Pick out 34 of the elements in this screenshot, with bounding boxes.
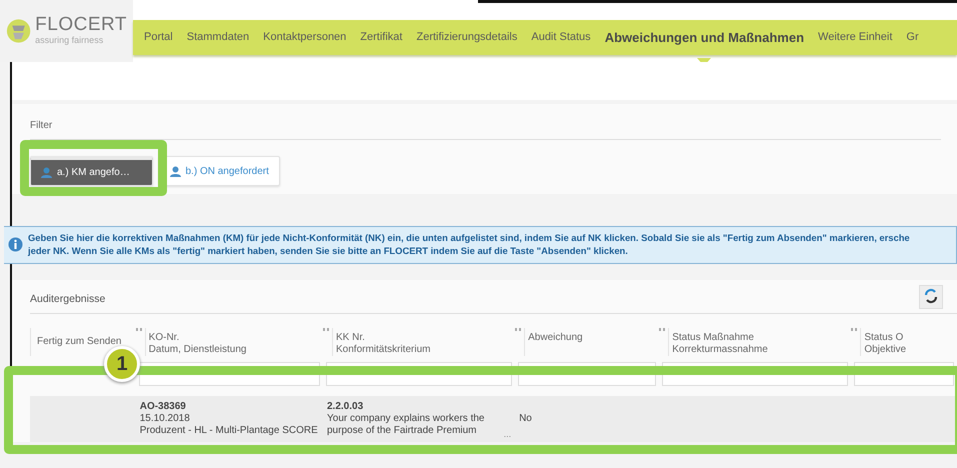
- info-icon: [8, 237, 23, 252]
- sort-icon[interactable]: [659, 328, 666, 333]
- sort-icon[interactable]: [136, 328, 142, 333]
- table-cell: AO-38369 15.10.2018 Produzent - HL - Multi-Plantage SCORE: [140, 401, 318, 437]
- nav-tab[interactable]: Kontaktpersonen: [256, 29, 354, 46]
- sort-icon[interactable]: [323, 328, 329, 333]
- nav-tab[interactable]: Zertifizierungsdetails: [409, 29, 524, 46]
- nav-tab[interactable]: Zertifikat: [353, 29, 410, 46]
- nav-tab[interactable]: Portal: [137, 29, 180, 46]
- nav-tab[interactable]: Weitere Einheit: [811, 29, 900, 46]
- column-header[interactable]: Abweichung: [524, 328, 583, 356]
- person-icon: [41, 167, 52, 178]
- column-header[interactable]: Status O Objektive: [860, 328, 906, 356]
- sort-icon[interactable]: [851, 328, 858, 333]
- logo-tagline: assuring fairness: [35, 34, 104, 47]
- person-icon: [170, 166, 180, 176]
- sort-icon[interactable]: [515, 328, 522, 333]
- logo-text: FLOCERT: [35, 14, 127, 34]
- panel-title: Filter: [30, 110, 941, 140]
- table-cell: 2.2.0.03 Your company explains workers the purpose of the Fairtrade Premium: [327, 401, 484, 437]
- info-text: jeder NK. Wenn Sie alle KMs als "fertig" markiert haben, senden Sie sie bitte an FLOCERT indem Sie auf die Taste "Absenden" klicken.: [28, 244, 629, 257]
- refresh-icon: [923, 288, 939, 304]
- refresh-button[interactable]: [919, 284, 943, 308]
- more-indicator[interactable]: ...: [504, 430, 512, 439]
- column-header[interactable]: Status Maßnahme Korrekturmassnahme: [668, 328, 768, 356]
- nav-tab[interactable]: Stammdaten: [180, 29, 256, 46]
- panel-title: Auditergebnisse: [30, 292, 106, 307]
- table-cell-text: No: [519, 412, 532, 425]
- filter-button[interactable]: a.) KM angefo…: [30, 156, 153, 186]
- nav-tab[interactable]: Gr: [899, 29, 926, 46]
- column-header[interactable]: KO-Nr. Datum, Dienstleistung: [144, 328, 246, 356]
- column-header[interactable]: KK Nr. Konformitätskriterium: [332, 328, 430, 356]
- info-text: Geben Sie hier die korrektiven Maßnahmen (KM) für jede Nicht-Konformität (NK) ein, die unten aufgelistet sind, indem Sie auf NK klicken. Sobald Sie sie als "Fertig zum Absenden" markieren, ersche: [28, 231, 911, 244]
- nav-tab[interactable]: Audit Status: [524, 29, 598, 46]
